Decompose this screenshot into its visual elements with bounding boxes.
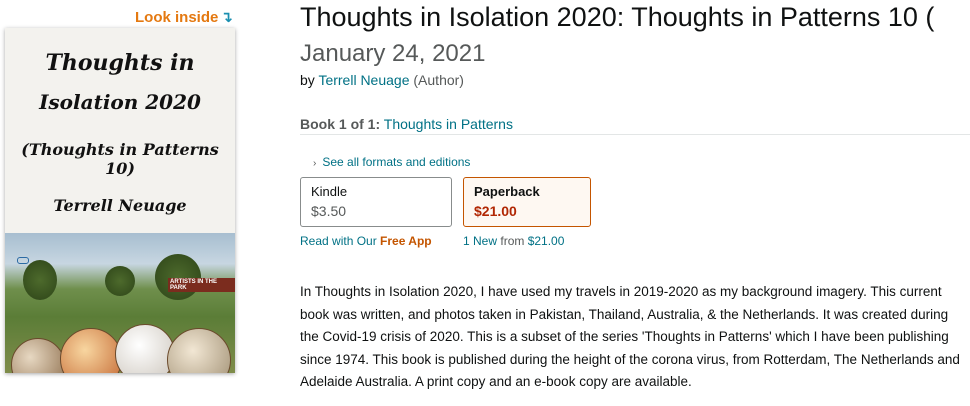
free-app-link[interactable]: Free App [380,234,432,248]
publication-date: January 24, 2021 [300,40,486,67]
byline: by Terrell Neuage (Author) [300,72,464,88]
format-paperback-button[interactable]: Paperback $21.00 [463,177,591,227]
see-all-formats-label: See all formats and editions [322,155,471,169]
look-inside-link[interactable]: Look inside ↴ [135,8,233,27]
divider [300,134,970,135]
format-kindle-price: $3.50 [311,203,347,219]
cover-tree [23,260,57,300]
cover-banner: ARTISTS IN THE PARK [168,278,235,292]
paperback-offers-note: 1 New from $21.00 [463,234,564,248]
look-inside-label: Look inside [135,8,219,26]
kindle-free-app-note: Read with Our Free App [300,234,432,248]
look-inside-arrow-icon: ↴ [220,9,233,26]
format-paperback-price: $21.00 [474,203,517,219]
cover-title-line-2: Isolation 2020 [39,90,201,114]
book-cover-image[interactable]: Thoughts in Isolation 2020 (Thoughts in … [5,28,235,373]
author-role: (Author) [413,72,464,88]
offers-from-label: from [500,234,525,248]
new-offers-link[interactable]: 1 New [463,234,497,248]
cover-tree [155,254,201,300]
see-all-formats-link[interactable]: › See all formats and editions [313,155,470,169]
cover-author: Terrell Neuage [53,196,187,215]
format-kindle-name: Kindle [311,184,348,199]
cover-subtitle: (Thoughts in Patterns 10) [21,140,219,178]
series-link[interactable]: Thoughts in Patterns [384,116,513,132]
cover-title-line-1: Thoughts in [45,50,195,76]
format-paperback-name: Paperback [474,184,540,199]
byline-prefix: by [300,72,315,88]
cover-tree [105,266,135,296]
chevron-right-icon: › [313,158,317,169]
product-title: Thoughts in Isolation 2020: Thoughts in … [300,2,935,32]
offers-from-price: $21.00 [527,234,565,248]
series-label: Book 1 of 1: [300,116,381,132]
cover-link-icon [17,257,29,264]
kindle-free-app-prefix: Read with Our [300,234,377,248]
series-info: Book 1 of 1: Thoughts in Patterns [300,116,513,132]
author-link[interactable]: Terrell Neuage [318,72,409,88]
book-description: In Thoughts in Isolation 2020, I have us… [300,284,960,389]
format-kindle-button[interactable]: Kindle $3.50 [300,177,452,227]
